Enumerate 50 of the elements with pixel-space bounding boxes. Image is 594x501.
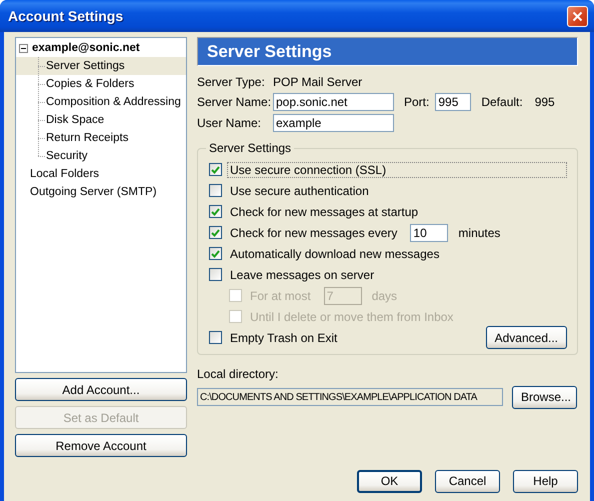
checkbox[interactable] <box>209 247 222 260</box>
user-name-field[interactable]: example <box>273 114 394 132</box>
tree-item[interactable]: Disk Space <box>45 114 104 126</box>
tree-item[interactable]: Copies & Folders <box>45 78 134 90</box>
checkbox[interactable] <box>209 226 222 239</box>
dialog-button[interactable]: Help <box>513 470 578 492</box>
checkbox[interactable] <box>209 163 222 176</box>
field-label: Port: <box>404 94 430 108</box>
port-field[interactable]: 995 <box>435 92 472 110</box>
account-button[interactable]: Remove Account <box>15 434 187 457</box>
tree-item[interactable]: example@sonic.net <box>32 42 140 54</box>
tree-item[interactable]: Composition & Addressing <box>45 96 181 108</box>
tree-item[interactable]: Local Folders <box>16 168 100 180</box>
group-title: Server Settings <box>208 141 292 155</box>
default-port-value: 995 <box>534 94 555 108</box>
server-name-field[interactable]: pop.sonic.net <box>273 92 394 110</box>
close-button[interactable] <box>567 6 588 26</box>
checkbox[interactable] <box>209 205 222 218</box>
checkbox-label[interactable]: Use secure authentication <box>227 182 372 198</box>
checkbox[interactable] <box>209 184 222 197</box>
field-label: User Name: <box>197 116 262 130</box>
checkbox-label[interactable]: Use secure connection (SSL) <box>227 162 567 178</box>
advanced-button[interactable]: Advanced... <box>486 326 567 349</box>
local-directory-field[interactable]: C:\DOCUMENTS AND SETTINGS\EXAMPLE\APPLICATION DATA <box>197 388 503 406</box>
number-field[interactable]: 10 <box>410 224 448 242</box>
checkbox-label[interactable]: Leave messages on server <box>227 266 378 282</box>
field-label: Local directory: <box>197 367 278 381</box>
server-type-value: POP Mail Server <box>273 75 362 89</box>
close-icon <box>572 10 583 22</box>
dialog-button[interactable]: Cancel <box>435 470 500 492</box>
tree-item[interactable]: Security <box>45 150 88 162</box>
tree-item[interactable]: Return Receipts <box>45 132 128 144</box>
unit-label: minutes <box>458 226 500 240</box>
field-label: Server Type: <box>197 75 266 89</box>
window-title: Account Settings <box>8 8 124 24</box>
tree-item[interactable]: Outgoing Server (SMTP) <box>16 186 157 198</box>
checkbox[interactable] <box>209 268 222 281</box>
browse-button[interactable]: Browse... <box>512 386 577 408</box>
checkbox-label[interactable]: Check for new messages at startup <box>227 204 422 220</box>
panel-header: Server Settings <box>197 37 578 66</box>
field-label: Default: <box>481 94 523 108</box>
field-label: Server Name: <box>197 94 272 108</box>
collapse-icon[interactable] <box>19 44 28 52</box>
checkbox-label[interactable]: Check for new messages every <box>227 224 400 240</box>
unit-label: days <box>372 288 398 302</box>
dialog-button[interactable]: OK <box>357 470 422 492</box>
checkbox[interactable] <box>209 331 222 344</box>
checkbox-label[interactable]: Empty Trash on Exit <box>227 330 340 346</box>
account-button[interactable]: Add Account... <box>15 378 187 401</box>
checkbox-label[interactable]: Automatically download new messages <box>227 246 442 262</box>
